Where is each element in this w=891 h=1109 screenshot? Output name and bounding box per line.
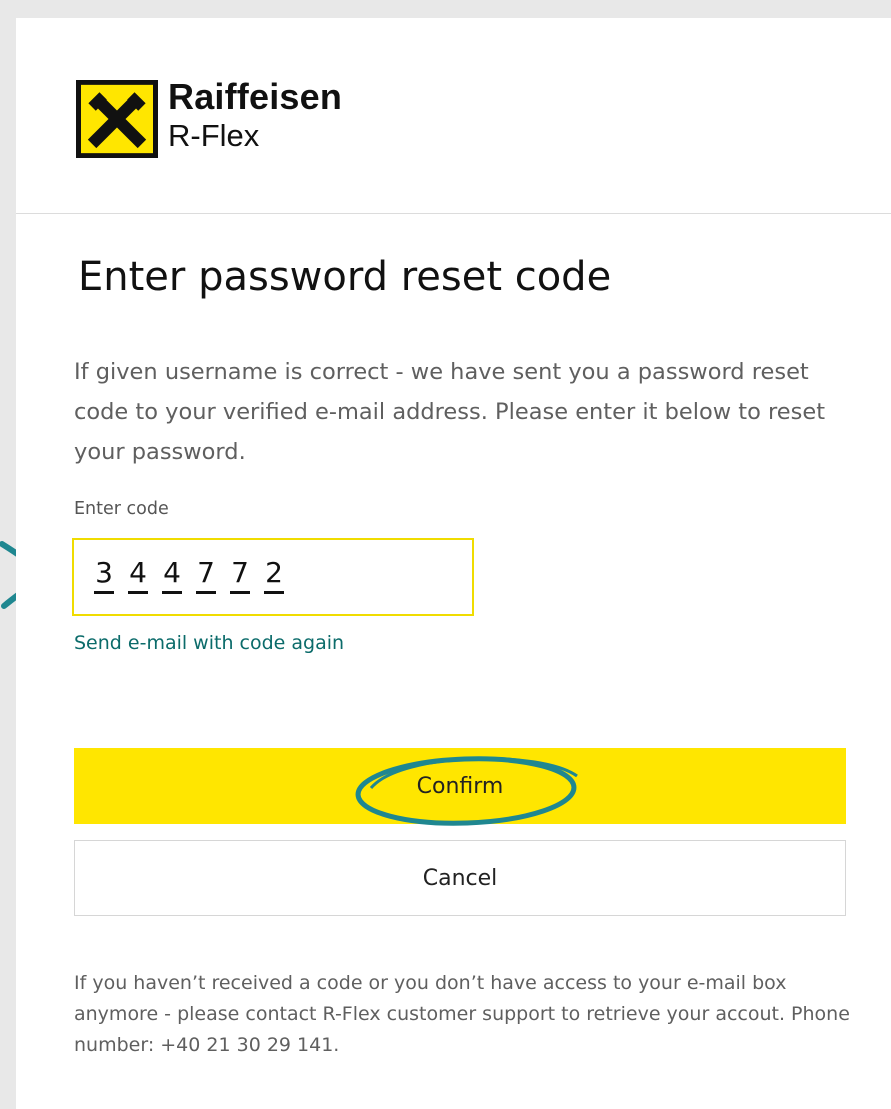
product-name: R-Flex xyxy=(168,118,260,153)
code-digit-underline xyxy=(128,591,148,594)
code-digit-underline xyxy=(94,591,114,594)
reset-card: Raiffeisen R-Flex Enter password reset c… xyxy=(16,18,891,1109)
cancel-button-label: Cancel xyxy=(422,865,498,891)
code-digit-underline xyxy=(196,591,216,594)
intro-text: If given username is correct - we have s… xyxy=(74,359,826,465)
code-label: Enter code xyxy=(74,499,169,519)
code-digit-underline xyxy=(230,591,250,594)
raiffeisen-gable-cross-icon xyxy=(76,80,158,158)
code-digit: 4 xyxy=(163,556,181,589)
page-title: Enter password reset code xyxy=(78,254,612,300)
code-digit-underline xyxy=(162,591,182,594)
cancel-button[interactable]: Cancel xyxy=(74,840,846,916)
code-digit: 7 xyxy=(197,556,215,589)
code-digit: 4 xyxy=(129,556,147,589)
resend-code-link[interactable]: Send e-mail with code again xyxy=(74,632,344,654)
reset-code-input[interactable]: 3 4 4 7 7 2 xyxy=(72,538,474,616)
code-digit-underline xyxy=(264,591,284,594)
header: Raiffeisen R-Flex xyxy=(16,18,891,214)
support-note: If you haven’t received a code or you do… xyxy=(74,972,850,1056)
code-digit: 3 xyxy=(95,556,113,589)
code-digit: 2 xyxy=(265,556,283,589)
code-digit: 7 xyxy=(231,556,249,589)
hand-drawn-circle-icon xyxy=(355,756,578,826)
brand-name: Raiffeisen xyxy=(168,76,343,117)
